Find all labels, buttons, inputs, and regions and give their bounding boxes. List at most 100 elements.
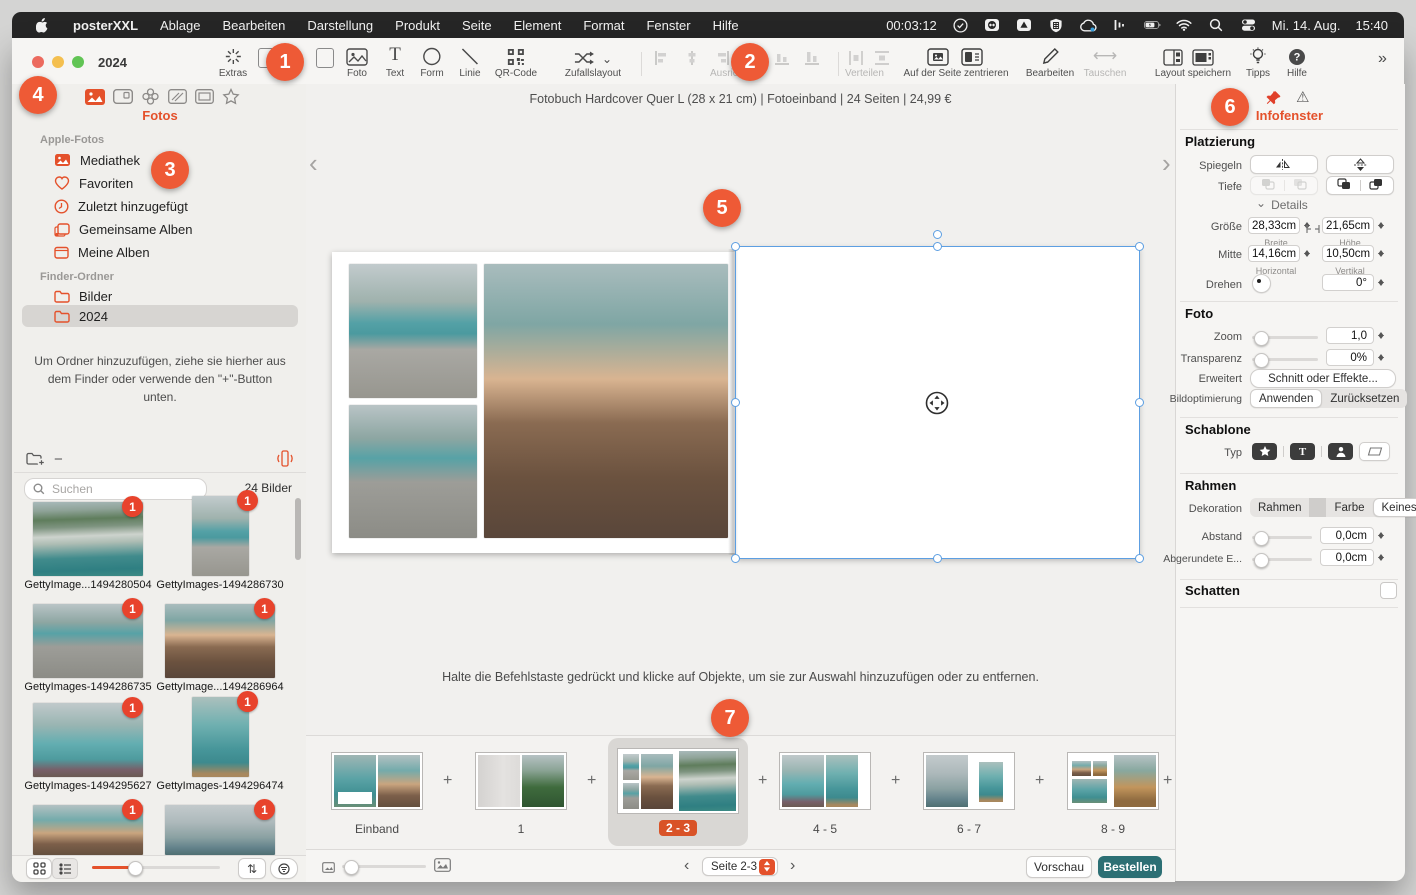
transparenz-field[interactable]: 0% [1326, 349, 1386, 366]
transparenz-slider[interactable] [1252, 358, 1318, 361]
toolbar-form-button[interactable]: Form [420, 46, 443, 79]
thumbnail-size-slider[interactable] [92, 866, 220, 869]
filmstrip-thumb-4-5[interactable] [779, 752, 871, 810]
align-left-button[interactable] [654, 46, 670, 66]
abstand-stepper[interactable] [1376, 527, 1386, 544]
flip-vertical-button[interactable] [1326, 155, 1394, 174]
menu-element[interactable]: Element [514, 18, 562, 33]
toolbar-tauschen-button[interactable]: ⟷ Tauschen [1084, 46, 1127, 79]
menu-bearbeiten[interactable]: Bearbeiten [223, 18, 286, 33]
sidebar-item-mediathek[interactable]: Mediathek [54, 150, 140, 170]
toolbar-text-button[interactable]: T Text [386, 46, 404, 79]
foto-zoom-stepper[interactable] [1376, 327, 1386, 344]
link-dimensions-icon[interactable] [1306, 221, 1320, 239]
page-photo-smiling-girl[interactable] [484, 264, 728, 538]
bring-forward-button[interactable] [1337, 178, 1352, 193]
bestellen-button[interactable]: Bestellen [1098, 856, 1162, 878]
menu-time[interactable]: 15:40 [1355, 18, 1388, 33]
shield-privacy-icon[interactable] [1048, 18, 1065, 33]
schablone-empty-button-selected[interactable] [1359, 442, 1390, 461]
layout-save-icon-1[interactable] [1163, 46, 1183, 66]
drehen-stepper[interactable] [1376, 274, 1386, 291]
toolbar-foto-button[interactable]: Foto [346, 46, 368, 79]
selection-handle-ne[interactable] [1135, 242, 1144, 251]
filmstrip-label-6-7[interactable]: 6 - 7 [957, 822, 981, 836]
toolbar-linie-button[interactable]: Linie [459, 46, 480, 79]
insert-pages-button[interactable]: + [1163, 772, 1172, 790]
tab-favoriten-icon[interactable] [220, 88, 242, 105]
next-page-button[interactable]: › [790, 857, 795, 875]
canvas-zoom-slider-thumb[interactable] [344, 860, 359, 875]
search-input[interactable] [50, 481, 184, 497]
rotation-handle[interactable] [933, 230, 942, 239]
transparenz-slider-thumb[interactable] [1254, 353, 1269, 368]
foto-zoom-slider[interactable] [1252, 336, 1318, 339]
vertikal-field[interactable]: 10,50cm [1322, 245, 1386, 262]
details-disclosure[interactable]: ⌄ Details [1256, 198, 1308, 212]
sidebar-item-2024[interactable]: 2024 [54, 306, 108, 326]
menu-app-name[interactable]: posterXXL [73, 18, 138, 33]
foto-zoom-value[interactable]: 1,0 [1326, 327, 1374, 344]
filmstrip-label-einband[interactable]: Einband [355, 822, 399, 836]
dekoration-farbe-option[interactable]: Farbe [1326, 498, 1372, 517]
abstand-slider-thumb[interactable] [1254, 531, 1269, 546]
selection-handle-w[interactable] [731, 398, 740, 407]
abstand-slider[interactable] [1252, 536, 1312, 539]
close-window-button[interactable] [32, 56, 44, 68]
sidebar-item-bilder[interactable]: Bilder [54, 286, 112, 306]
drehen-field[interactable]: 0° [1322, 274, 1386, 291]
insert-pages-button[interactable]: + [443, 772, 452, 790]
ecken-slider[interactable] [1252, 558, 1312, 561]
filmstrip-thumb-einband[interactable] [331, 752, 423, 810]
dekoration-rahmen-option[interactable]: Rahmen [1250, 498, 1309, 517]
schatten-checkbox[interactable] [1380, 582, 1397, 599]
photo-search-field[interactable] [24, 478, 207, 500]
vertikal-value[interactable]: 10,50cm [1322, 245, 1374, 262]
creative-cloud-icon[interactable] [1080, 18, 1097, 33]
menu-ablage[interactable]: Ablage [160, 18, 200, 33]
horizontal-field[interactable]: 14,16cm [1248, 245, 1312, 262]
tab-cliparts-icon[interactable] [139, 88, 161, 105]
minimize-window-button[interactable] [52, 56, 64, 68]
sidebar-item-favoriten[interactable]: Favoriten [54, 173, 133, 193]
sidebar-item-zuletzt[interactable]: Zuletzt hinzugefügt [54, 196, 188, 216]
spotlight-search-icon[interactable] [1208, 18, 1225, 33]
menu-format[interactable]: Format [583, 18, 624, 33]
ecken-slider-thumb[interactable] [1254, 553, 1269, 568]
hoehe-stepper[interactable] [1376, 217, 1386, 234]
list-view-button[interactable] [52, 858, 78, 879]
timer-status[interactable]: 00:03:12 [886, 18, 937, 33]
menu-date[interactable]: Mi. 14. Aug. [1272, 18, 1341, 33]
insert-pages-button[interactable]: + [758, 772, 767, 790]
ecken-field[interactable]: 0,0cm [1320, 549, 1386, 566]
maximize-window-button[interactable] [72, 56, 84, 68]
schablone-star-button[interactable] [1252, 443, 1277, 460]
wifi-icon[interactable] [1176, 18, 1193, 33]
schnitt-effekte-button[interactable]: Schnitt oder Effekte... [1250, 369, 1396, 388]
ecken-stepper[interactable] [1376, 549, 1386, 566]
insert-pages-button[interactable]: + [891, 772, 900, 790]
drive-app-icon[interactable] [1016, 18, 1033, 33]
toolbar-qr-button[interactable]: QR-Code [495, 46, 537, 79]
sidebar-item-gemeinsame-alben[interactable]: Gemeinsame Alben [54, 219, 192, 239]
filmstrip-thumb-6-7[interactable] [923, 752, 1015, 810]
tab-layouts-icon[interactable] [166, 88, 188, 105]
transparenz-value[interactable]: 0% [1326, 349, 1374, 366]
hoehe-field[interactable]: 21,65cm [1322, 217, 1386, 234]
center-on-page-v-button[interactable] [961, 46, 983, 66]
ecken-value[interactable]: 0,0cm [1320, 549, 1374, 566]
screen-mirroring-icon[interactable] [984, 18, 1001, 33]
selection-handle-n[interactable] [933, 242, 942, 251]
horizontal-value[interactable]: 14,16cm [1248, 245, 1300, 262]
abstand-value[interactable]: 0,0cm [1320, 527, 1374, 544]
dekoration-keines-option[interactable]: Keines [1373, 498, 1416, 517]
prev-page-button[interactable]: ‹ [684, 857, 689, 875]
filmstrip-thumb-8-9[interactable] [1067, 752, 1159, 810]
horizontal-stepper[interactable] [1302, 245, 1312, 262]
remove-folder-button[interactable]: − [54, 451, 63, 468]
menu-fenster[interactable]: Fenster [646, 18, 690, 33]
center-on-page-h-button[interactable] [927, 46, 949, 66]
menu-hilfe[interactable]: Hilfe [713, 18, 739, 33]
add-folder-button[interactable] [26, 452, 46, 472]
selection-handle-nw[interactable] [731, 242, 740, 251]
